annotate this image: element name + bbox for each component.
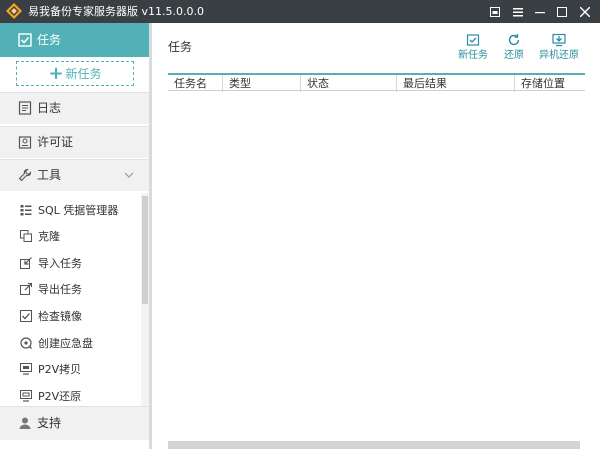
restore-toolbar-button[interactable]: 还原 [503, 33, 525, 65]
list-icon [20, 205, 32, 216]
import-icon [20, 257, 32, 269]
tool-item-label: SQL 凭据管理器 [38, 204, 119, 217]
p2v-restore-icon [20, 390, 32, 402]
tool-item-label: 检查镜像 [38, 310, 82, 323]
column-header-status[interactable]: 状态 [301, 75, 397, 92]
tool-item-p2v-copy[interactable]: P2V拷贝 [0, 357, 141, 383]
sidebar-item-label: 日志 [37, 101, 62, 115]
toolbar-label: 还原 [504, 50, 524, 61]
sidebar-item-task[interactable]: 任务 [0, 23, 149, 57]
sidebar-item-label: 支持 [37, 416, 62, 430]
sidebar-scrollbar-thumb[interactable] [142, 196, 148, 304]
menu-icon [513, 7, 523, 16]
task-table-header: 任务名 类型 状态 最后结果 存储位置 [168, 73, 585, 92]
tool-item-label: 导出任务 [38, 283, 82, 296]
sidebar-divider [149, 23, 152, 449]
column-header-last-result[interactable]: 最后结果 [397, 75, 515, 92]
remote-restore-icon [552, 33, 566, 47]
tool-item-check-image[interactable]: 检查镜像 [0, 304, 141, 330]
tool-item-export-task[interactable]: 导出任务 [0, 277, 141, 303]
minimize-icon [535, 11, 545, 13]
new-task-button[interactable]: + 新任务 [16, 61, 134, 86]
user-icon [19, 417, 31, 429]
column-header-task-name[interactable]: 任务名 [168, 75, 223, 92]
toolbar-label: 异机还原 [539, 50, 579, 61]
restore-view-button[interactable] [484, 0, 506, 23]
clone-icon [20, 230, 32, 242]
page-title: 任务 [168, 40, 193, 54]
tool-item-label: P2V拷贝 [38, 363, 82, 376]
checkbox-icon [18, 33, 32, 47]
export-icon [20, 283, 32, 295]
chevron-down-icon [124, 172, 134, 178]
sidebar-item-label: 许可证 [37, 135, 74, 149]
sidebar-item-license[interactable]: 许可证 [0, 126, 149, 158]
new-task-icon [466, 34, 480, 46]
remote-restore-toolbar-button[interactable]: 异机还原 [539, 33, 579, 65]
column-header-storage-location[interactable]: 存储位置 [515, 75, 585, 92]
tool-item-label: 导入任务 [38, 257, 82, 270]
p2v-copy-icon [20, 363, 32, 375]
tool-item-label: P2V还原 [38, 390, 82, 403]
sidebar-item-log[interactable]: 日志 [0, 92, 149, 124]
tool-item-import-task[interactable]: 导入任务 [0, 251, 141, 277]
maximize-button[interactable] [551, 0, 573, 23]
tool-item-label: 创建应急盘 [38, 337, 93, 350]
column-header-type[interactable]: 类型 [223, 75, 301, 92]
license-icon [18, 136, 32, 149]
plus-icon: + [48, 62, 64, 84]
tool-item-emergency-disk[interactable]: 创建应急盘 [0, 331, 141, 357]
window-title: 易我备份专家服务器版 v11.5.0.0.0 [28, 5, 204, 18]
toolbar-label: 新任务 [458, 50, 488, 61]
sidebar-item-label: 工具 [37, 168, 62, 182]
sidebar-item-label: 任务 [37, 33, 62, 47]
horizontal-scrollbar[interactable] [168, 441, 580, 449]
sidebar-item-tools[interactable]: 工具 [0, 159, 149, 191]
sidebar-item-support[interactable]: 支持 [0, 406, 149, 440]
close-icon [580, 6, 590, 17]
app-logo-icon [6, 3, 22, 19]
emergency-disk-icon [20, 337, 32, 349]
minimize-button[interactable] [529, 0, 551, 23]
wrench-icon [18, 168, 32, 182]
tool-item-clone[interactable]: 克隆 [0, 224, 141, 250]
title-bar: 易我备份专家服务器版 v11.5.0.0.0 [0, 0, 600, 23]
menu-button[interactable] [507, 0, 529, 23]
tool-item-sql-credentials[interactable]: SQL 凭据管理器 [0, 198, 141, 224]
log-icon [18, 101, 32, 115]
check-image-icon [20, 310, 32, 322]
tools-submenu: SQL 凭据管理器 克隆 导入任务 导出任务 检查镜像 创建应急盘 P2V拷贝 … [0, 196, 141, 406]
maximize-icon [557, 6, 567, 17]
new-task-label: 新任务 [65, 67, 102, 81]
new-task-toolbar-button[interactable]: 新任务 [458, 33, 488, 65]
window-layout-icon [490, 6, 500, 17]
close-button[interactable] [574, 0, 596, 23]
restore-icon [508, 34, 520, 46]
tool-item-label: 克隆 [38, 230, 60, 243]
